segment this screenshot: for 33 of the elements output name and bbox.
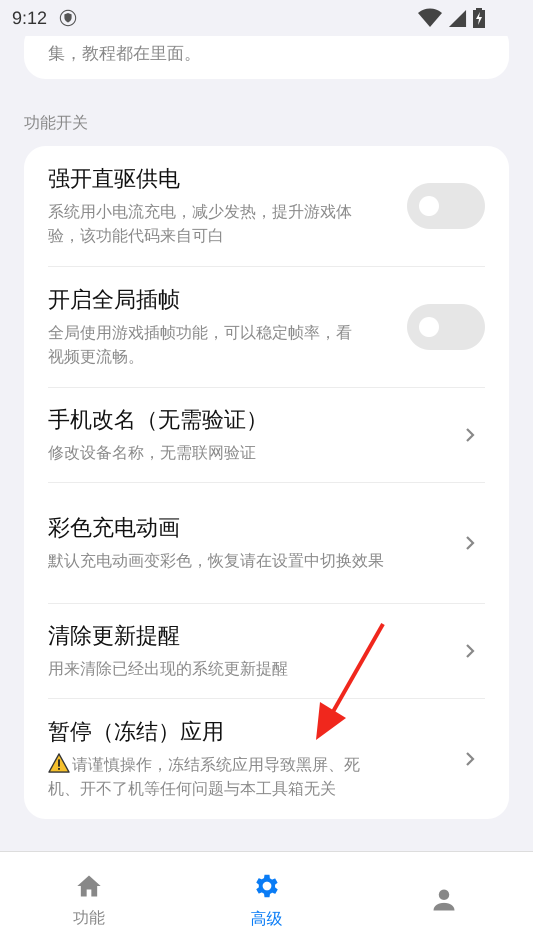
signal-icon — [448, 8, 467, 28]
shield-icon — [59, 9, 78, 27]
chevron-icon — [465, 535, 475, 551]
settings-row[interactable]: 强开直驱供电 系统用小电流充电，减少发热，提升游戏体验，该功能代码来自可白 — [48, 146, 485, 267]
chevron-icon — [465, 751, 475, 767]
row-description: 全局使用游戏插帧功能，可以稳定帧率，看视频更流畅。 — [48, 322, 353, 368]
settings-row[interactable]: 开启全局插帧 全局使用游戏插帧功能，可以稳定帧率，看视频更流畅。 — [48, 267, 485, 388]
row-description: 请谨慎操作，冻结系统应用导致黑屏、死机、开不了机等任何问题与本工具箱无关 — [48, 753, 361, 800]
row-description: 默认充电动画变彩色，恢复请在设置中切换效果 — [48, 550, 385, 572]
battery-icon — [473, 8, 485, 28]
toggle-switch[interactable] — [407, 183, 485, 229]
settings-row[interactable]: 暂停（冻结）应用 请谨慎操作，冻结系统应用导致黑屏、死机、开不了机等任何问题与本工具箱无关 — [48, 699, 485, 819]
clock: 9:12 — [12, 8, 48, 28]
row-title: 手机改名（无需验证） — [48, 407, 269, 435]
row-title: 强开直驱供电 — [48, 166, 181, 194]
settings-row[interactable]: 清除更新提醒 用来清除已经出现的系统更新提醒 — [48, 604, 485, 699]
row-description: 系统用小电流充电，减少发热，提升游戏体验，该功能代码来自可白 — [48, 201, 353, 247]
nav-tab[interactable]: 功能 — [0, 852, 178, 948]
settings-row[interactable]: 手机改名（无需验证） 修改设备名称，无需联网验证 — [48, 388, 485, 483]
row-description: 用来清除已经出现的系统更新提醒 — [48, 658, 289, 680]
info-text: 集，教程都在里面。 — [48, 43, 202, 65]
settings-row[interactable]: 彩色充电动画 默认充电动画变彩色，恢复请在设置中切换效果 — [48, 483, 485, 604]
chevron-icon — [465, 643, 475, 659]
row-title: 开启全局插帧 — [48, 287, 181, 315]
row-title: 暂停（冻结）应用 — [48, 719, 225, 747]
wifi-icon — [418, 8, 442, 28]
toggle-switch[interactable] — [407, 304, 485, 350]
row-description: 修改设备名称，无需联网验证 — [48, 442, 257, 464]
chevron-icon — [465, 427, 475, 443]
nav-tab[interactable]: 高级 — [178, 852, 356, 948]
section-title: 功能开关 — [24, 112, 89, 134]
row-title: 彩色充电动画 — [48, 515, 181, 543]
row-title: 清除更新提醒 — [48, 623, 181, 651]
